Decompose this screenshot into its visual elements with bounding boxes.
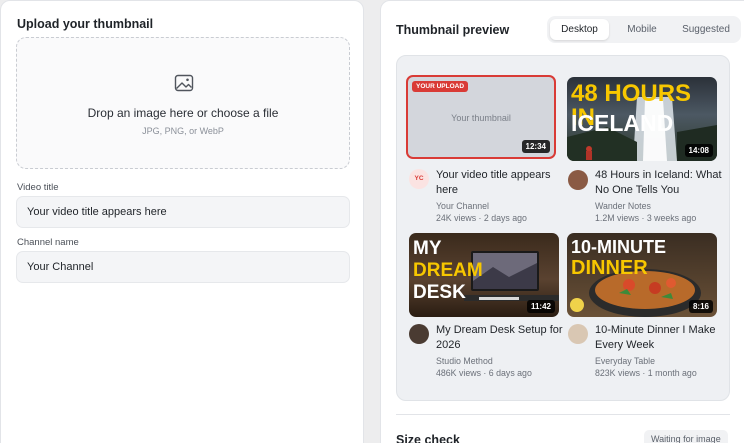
- video-thumbnail[interactable]: 48 HOURS IN ICELAND 14:08: [567, 77, 717, 161]
- duration-badge: 11:42: [526, 300, 555, 313]
- duration-badge: 14:08: [684, 144, 713, 157]
- image-dropzone[interactable]: Drop an image here or choose a file JPG,…: [16, 37, 350, 169]
- thumbnail-placeholder: Your thumbnail: [451, 113, 511, 123]
- video-thumbnail[interactable]: 10-MINUTE DINNER 8:16: [567, 233, 717, 317]
- tab-suggested[interactable]: Suggested: [674, 19, 738, 40]
- duration-badge: 8:16: [688, 300, 713, 313]
- video-title[interactable]: Your video title appears here: [436, 168, 564, 197]
- tab-desktop[interactable]: Desktop: [550, 19, 609, 40]
- avatar: YC: [409, 169, 429, 189]
- your-upload-tag: YOUR UPLOAD: [412, 81, 469, 92]
- dropzone-title: Drop an image here or choose a file: [87, 106, 279, 120]
- upload-card: Upload your thumbnail Drop an image here…: [0, 0, 364, 443]
- preview-card: Thumbnail preview Desktop Mobile Suggest…: [380, 0, 744, 443]
- preview-heading: Thumbnail preview: [396, 23, 510, 37]
- thumbnail-text-line-2: ICELAND: [571, 110, 674, 136]
- thumbnail-text-line-1: MY: [413, 238, 442, 259]
- video-stats: 486K views · 6 days ago: [436, 368, 532, 378]
- video-title-label: Video title: [17, 182, 59, 193]
- video-stats: 823K views · 1 month ago: [595, 368, 697, 378]
- thumbnail-text-line-2: DINNER: [571, 257, 648, 279]
- video-stats: 1.2M views · 3 weeks ago: [595, 213, 697, 223]
- video-title[interactable]: 10-Minute Dinner I Make Every Week: [595, 323, 723, 352]
- size-check-heading: Size check: [396, 433, 460, 443]
- thumbnail-text-line-2: DREAM: [413, 260, 483, 281]
- thumbnail-text-line-1: 10-MINUTE: [571, 237, 667, 257]
- dropzone-hint: JPG, PNG, or WebP: [142, 126, 224, 136]
- device-tabs: Desktop Mobile Suggested: [547, 16, 741, 43]
- channel-name[interactable]: Studio Method: [436, 355, 493, 367]
- upload-heading: Upload your thumbnail: [17, 17, 154, 31]
- preview-grid: YOUR UPLOAD Your thumbnail 12:34 YC Your…: [396, 55, 730, 401]
- avatar: [568, 170, 588, 190]
- video-title[interactable]: 48 Hours in Iceland: What No One Tells Y…: [595, 168, 723, 197]
- section-divider: [396, 414, 730, 415]
- avatar: [409, 324, 429, 344]
- status-badge: Waiting for image: [644, 430, 728, 443]
- video-thumbnail[interactable]: MY DREAM DESK 11:42: [409, 233, 559, 317]
- channel-name-label: Channel name: [17, 237, 79, 248]
- your-upload-thumbnail[interactable]: YOUR UPLOAD Your thumbnail 12:34: [406, 75, 556, 159]
- tab-mobile[interactable]: Mobile: [612, 19, 672, 40]
- channel-name-input[interactable]: Your Channel: [16, 251, 350, 283]
- video-stats: 24K views · 2 days ago: [436, 213, 527, 223]
- image-icon: [174, 74, 194, 92]
- channel-name[interactable]: Everyday Table: [595, 355, 655, 367]
- channel-name[interactable]: Your Channel: [436, 200, 489, 212]
- video-title-input[interactable]: Your video title appears here: [16, 196, 350, 228]
- video-title[interactable]: My Dream Desk Setup for 2026: [436, 323, 564, 352]
- avatar: [568, 324, 588, 344]
- channel-name[interactable]: Wander Notes: [595, 200, 651, 212]
- thumbnail-text-line-3: DESK: [413, 282, 466, 303]
- duration-badge: 12:34: [521, 140, 550, 153]
